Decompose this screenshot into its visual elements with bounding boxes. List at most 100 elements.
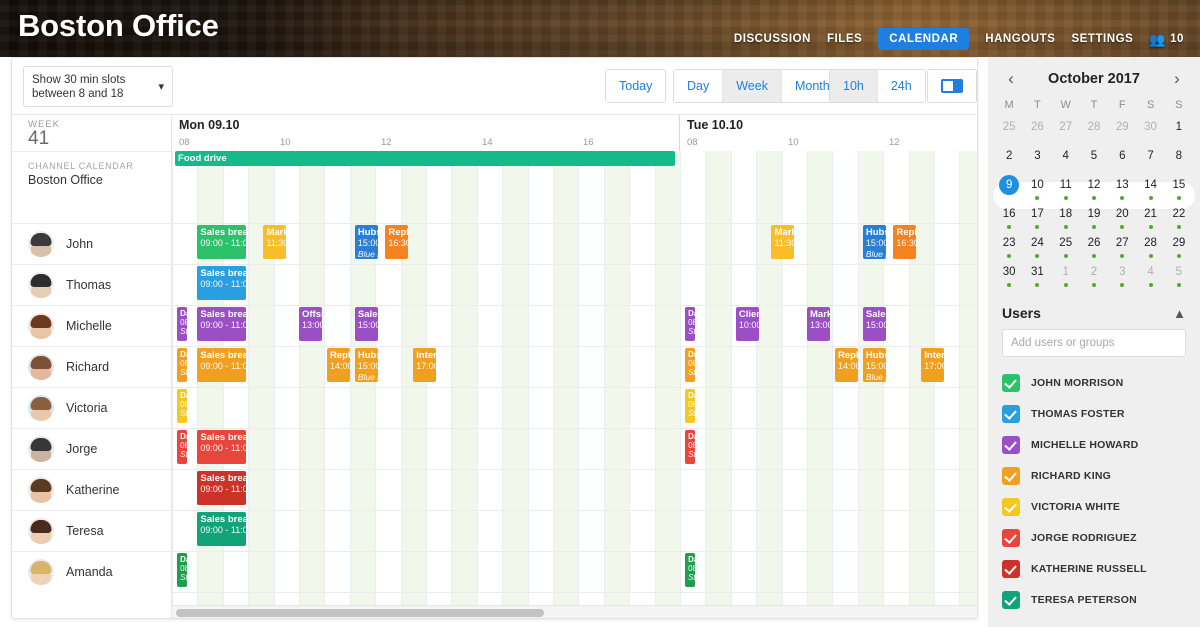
chevron-right-icon[interactable]: › [1168, 69, 1186, 89]
mini-calendar-day[interactable]: 27 [1052, 117, 1080, 146]
mini-calendar-day[interactable]: 25 [1052, 233, 1080, 262]
person-row-victoria[interactable]: Victoria [12, 387, 171, 428]
calendar-event[interactable]: Daily08:30Stand [685, 348, 696, 382]
user-filter-item[interactable]: RICHARD KING [1002, 460, 1186, 491]
calendar-scroll-area[interactable]: Mon 09.10 08 10 12 14 16 Food drive Sales break… [172, 115, 977, 618]
calendar-event[interactable]: Food drive [175, 151, 676, 166]
mini-calendar-day[interactable]: 12 [1080, 175, 1108, 204]
mini-calendar-day[interactable]: 2 [1080, 262, 1108, 291]
nav-item-hangouts[interactable]: HANGOUTS [985, 33, 1055, 45]
chevron-up-icon[interactable]: ▲ [1173, 306, 1186, 321]
user-filter-item[interactable]: TERESA PETERSON [1002, 584, 1186, 615]
calendar-event[interactable]: Sales break09:00 - 11:00 [197, 225, 246, 259]
calendar-event[interactable]: Daily08:30Stand [685, 389, 696, 423]
user-filter-item[interactable]: JORGE RODRIGUEZ [1002, 522, 1186, 553]
mini-calendar-day[interactable]: 1 [1052, 262, 1080, 291]
mini-calendar-day[interactable]: 3 [1023, 146, 1051, 175]
user-checkbox[interactable] [1002, 373, 1020, 392]
mini-calendar-day[interactable]: 26 [1023, 117, 1051, 146]
add-users-input[interactable] [1002, 329, 1186, 357]
person-row-thomas[interactable]: Thomas [12, 264, 171, 305]
mini-calendar-day[interactable]: 2 [995, 146, 1023, 175]
calendar-event[interactable]: Interview17:00 [413, 348, 437, 382]
nav-item-discussion[interactable]: DISCUSSION [734, 33, 811, 45]
mini-calendar-day[interactable]: 4 [1052, 146, 1080, 175]
user-checkbox[interactable] [1002, 590, 1020, 609]
mini-calendar-day[interactable]: 25 [995, 117, 1023, 146]
mini-calendar-day[interactable]: 15 [1165, 175, 1193, 204]
chevron-left-icon[interactable]: ‹ [1002, 69, 1020, 89]
mini-calendar-day[interactable]: 11 [1052, 175, 1080, 204]
calendar-event[interactable]: Sales15:00 [862, 307, 886, 341]
person-row-richard[interactable]: Richard [12, 346, 171, 387]
mini-calendar-day[interactable]: 30 [1136, 117, 1164, 146]
nav-item-calendar[interactable]: CALENDAR [878, 28, 970, 50]
calendar-event[interactable]: Offsite13:00 [299, 307, 322, 341]
mini-calendar-day[interactable]: 13 [1108, 175, 1136, 204]
calendar-event[interactable]: Daily08:30Stand [177, 430, 188, 464]
mini-calendar-day[interactable]: 29 [1108, 117, 1136, 146]
mini-calendar-day[interactable]: 7 [1136, 146, 1164, 175]
mini-calendar-day[interactable]: 1 [1165, 117, 1193, 146]
user-filter-item[interactable]: MICHELLE HOWARD [1002, 429, 1186, 460]
calendar-event[interactable]: Sales break09:00 - 11:00 [197, 348, 246, 382]
calendar-event[interactable]: Client10:00 [735, 307, 759, 341]
mini-calendar-day[interactable]: 5 [1080, 146, 1108, 175]
user-checkbox[interactable] [1002, 404, 1020, 423]
user-checkbox[interactable] [1002, 466, 1020, 485]
calendar-event[interactable]: Sales15:00 [354, 307, 378, 341]
user-checkbox[interactable] [1002, 435, 1020, 454]
mini-calendar-day[interactable]: 30 [995, 262, 1023, 291]
person-row-amanda[interactable]: Amanda [12, 551, 171, 592]
person-row-jorge[interactable]: Jorge [12, 428, 171, 469]
user-checkbox[interactable] [1002, 559, 1020, 578]
slot-settings-select[interactable]: Show 30 min slots between 8 and 18 ▾ [23, 66, 173, 107]
calendar-event[interactable]: Sales break09:00 - 11:00 [197, 471, 246, 505]
button-day[interactable]: Day [674, 70, 724, 102]
mini-calendar-day[interactable]: 24 [1023, 233, 1051, 262]
calendar-event[interactable]: Daily08:30Stand [685, 553, 696, 587]
calendar-event[interactable]: Hubspot15:00Blue room [354, 225, 378, 259]
calendar-event[interactable]: Hubspot15:00Blue room [862, 348, 886, 382]
calendar-event[interactable]: Sales break09:00 - 11:00 [197, 266, 246, 300]
calendar-event[interactable]: Daily08:30Stand [685, 307, 696, 341]
person-row-teresa[interactable]: Teresa [12, 510, 171, 551]
calendar-event[interactable]: Hubspot15:00Blue room [354, 348, 378, 382]
mini-calendar-day[interactable]: 23 [995, 233, 1023, 262]
members-count[interactable]: 👥 10 [1149, 33, 1184, 46]
mini-calendar-day[interactable]: 29 [1165, 233, 1193, 262]
calendar-event[interactable]: Marketing11:30 [263, 225, 287, 259]
calendar-event[interactable]: Sales break09:00 - 11:00 [197, 430, 246, 464]
mini-calendar-day[interactable]: 28 [1080, 117, 1108, 146]
mini-calendar-day[interactable]: 26 [1080, 233, 1108, 262]
mini-calendar-day[interactable]: 14 [1136, 175, 1164, 204]
person-row-john[interactable]: John [12, 223, 171, 264]
mini-calendar-day[interactable]: 28 [1136, 233, 1164, 262]
mini-calendar-day[interactable]: 8 [1165, 146, 1193, 175]
horizontal-scrollbar-thumb[interactable] [176, 609, 544, 617]
user-filter-item[interactable]: JOHN MORRISON [1002, 367, 1186, 398]
panel-toggle-button[interactable] [928, 70, 976, 102]
calendar-event[interactable]: Daily08:30Stand [177, 389, 188, 423]
mini-calendar-day[interactable]: 27 [1108, 233, 1136, 262]
calendar-event[interactable]: Reply14:00 [326, 348, 350, 382]
day-body[interactable]: Food drive Sales break09:00 - 11:00 Market… [172, 151, 680, 618]
person-row-michelle[interactable]: Michelle [12, 305, 171, 346]
mini-calendar-day[interactable]: 19 [1080, 204, 1108, 233]
mini-calendar-day[interactable]: 16 [995, 204, 1023, 233]
horizontal-scrollbar[interactable] [172, 605, 977, 618]
mini-calendar-day[interactable]: 17 [1023, 204, 1051, 233]
mini-calendar-day[interactable]: 5 [1165, 262, 1193, 291]
mini-calendar-day[interactable]: 9 [995, 175, 1023, 204]
button-10h[interactable]: 10h [830, 70, 878, 102]
calendar-event[interactable]: Marketing13:00 [807, 307, 830, 341]
calendar-event[interactable]: Reply16:30 [893, 225, 917, 259]
mini-calendar-day[interactable]: 3 [1108, 262, 1136, 291]
mini-calendar-day[interactable]: 18 [1052, 204, 1080, 233]
user-filter-item[interactable]: KATHERINE RUSSELL [1002, 553, 1186, 584]
button-24h[interactable]: 24h [877, 70, 925, 102]
calendar-event[interactable]: Hubspot15:00Blue room [862, 225, 886, 259]
user-checkbox[interactable] [1002, 528, 1020, 547]
mini-calendar-day[interactable]: 10 [1023, 175, 1051, 204]
calendar-event[interactable]: Daily08:30Stand [177, 348, 188, 382]
